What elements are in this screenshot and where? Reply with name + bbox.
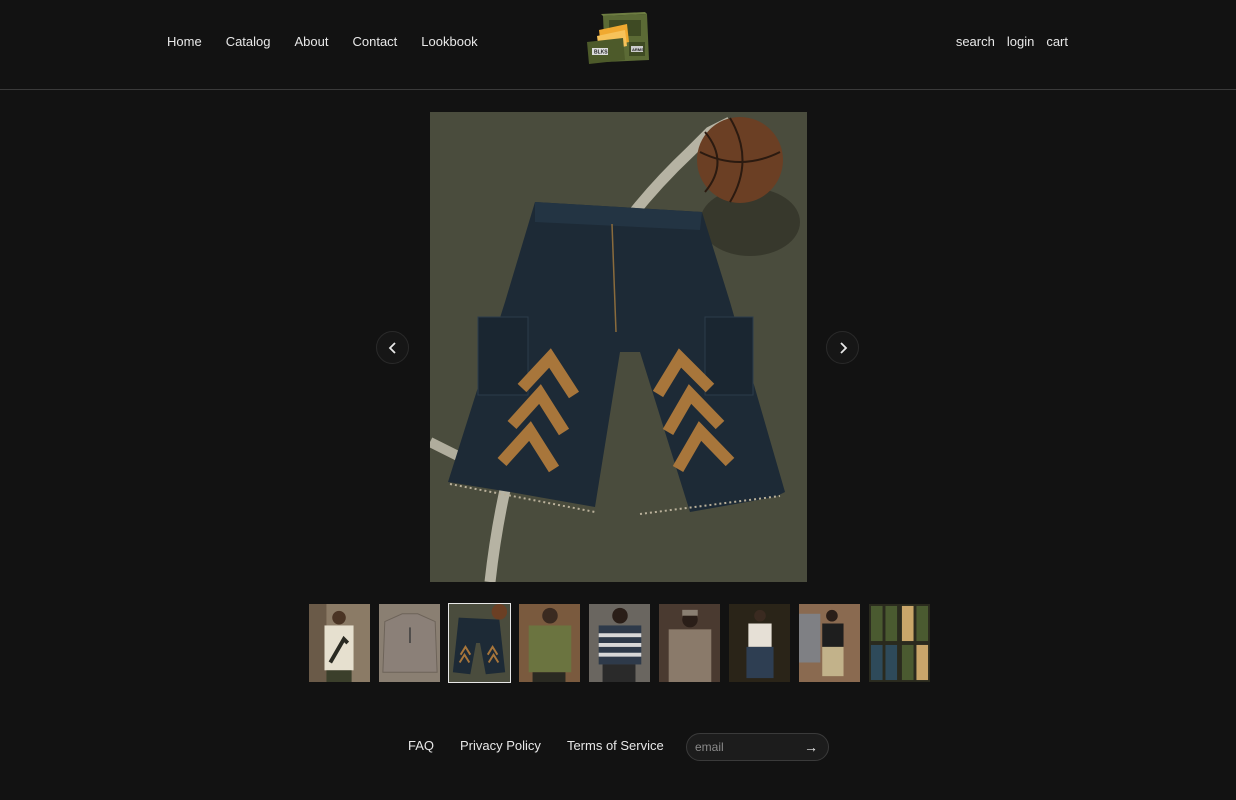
utility-nav: search login cart — [956, 34, 1068, 49]
nav-lookbook[interactable]: Lookbook — [421, 34, 477, 49]
email-input[interactable] — [695, 740, 804, 754]
nav-catalog[interactable]: Catalog — [226, 34, 271, 49]
site-header: Home Catalog About Contact Lookbook BLKS… — [0, 0, 1236, 90]
svg-text:BLKS: BLKS — [594, 50, 608, 56]
thumbnail-2[interactable] — [378, 603, 441, 683]
nav-home[interactable]: Home — [167, 34, 202, 49]
thumbnail-7[interactable] — [728, 603, 791, 683]
thumbnail-4[interactable] — [518, 603, 581, 683]
prev-image-button[interactable] — [376, 331, 409, 364]
chevron-right-icon — [839, 341, 847, 354]
privacy-policy-link[interactable]: Privacy Policy — [460, 738, 541, 753]
thumbnail-5[interactable] — [588, 603, 651, 683]
thumbnail-strip — [308, 603, 931, 683]
faq-link[interactable]: FAQ — [408, 738, 434, 753]
thumbnail-1[interactable] — [308, 603, 371, 683]
terms-link[interactable]: Terms of Service — [567, 738, 664, 753]
footer-links: FAQ Privacy Policy Terms of Service — [408, 738, 664, 753]
nav-about[interactable]: About — [295, 34, 329, 49]
chevron-left-icon — [388, 341, 396, 354]
thumbnail-3[interactable] — [448, 603, 511, 683]
cart-link[interactable]: cart — [1046, 34, 1068, 49]
arrow-right-icon[interactable]: → — [804, 739, 818, 755]
next-image-button[interactable] — [826, 331, 859, 364]
site-logo[interactable]: BLKS ARMS — [585, 12, 651, 66]
thumbnail-8[interactable] — [798, 603, 861, 683]
newsletter-form: → — [686, 733, 829, 761]
search-link[interactable]: search — [956, 34, 995, 49]
svg-text:ARMS: ARMS — [632, 47, 644, 52]
nav-contact[interactable]: Contact — [352, 34, 397, 49]
login-link[interactable]: login — [1007, 34, 1034, 49]
product-main-image — [430, 112, 807, 582]
thumbnail-6[interactable] — [658, 603, 721, 683]
main-nav: Home Catalog About Contact Lookbook — [167, 34, 478, 49]
thumbnail-9[interactable] — [868, 603, 931, 683]
